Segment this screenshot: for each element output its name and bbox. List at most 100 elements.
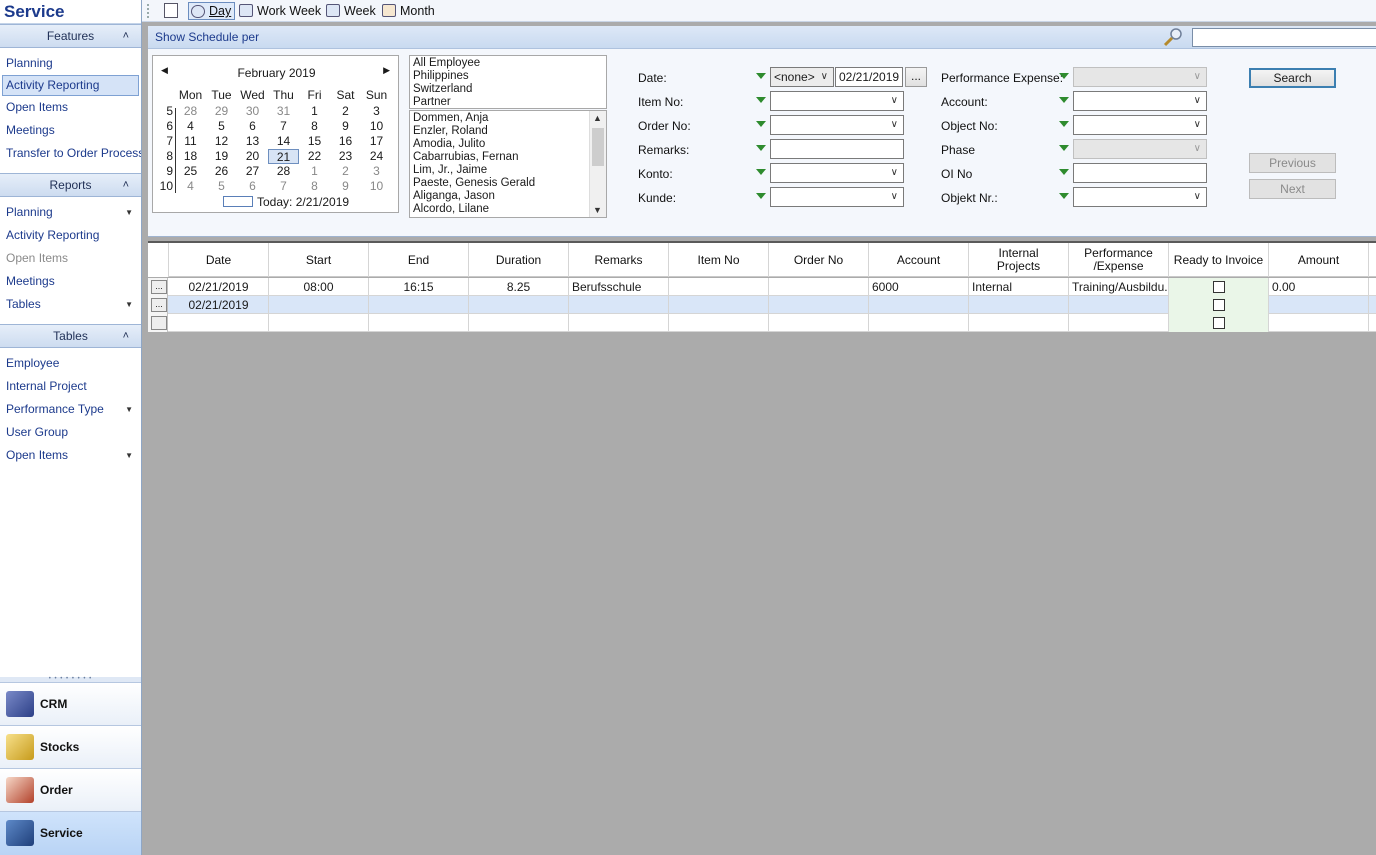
filter-icon[interactable] — [756, 73, 766, 79]
calendar-day[interactable]: 11 — [175, 134, 206, 149]
cell-date[interactable]: 02/21/2019 — [169, 278, 269, 296]
calendar-day[interactable]: 28 — [175, 104, 206, 119]
calendar-day[interactable]: 4 — [175, 119, 206, 134]
cell-remarks[interactable] — [569, 296, 669, 314]
new-row-button[interactable] — [151, 316, 167, 330]
cell-account[interactable] — [869, 296, 969, 314]
calendar-day[interactable]: 7 — [268, 119, 299, 134]
cell-end[interactable] — [369, 314, 469, 332]
column-header-amount[interactable]: Amount — [1269, 243, 1369, 277]
cell-account[interactable]: 6000 — [869, 278, 969, 296]
cell-duration[interactable] — [469, 314, 569, 332]
filter-icon[interactable] — [1059, 97, 1069, 103]
filter-icon[interactable] — [1059, 73, 1069, 79]
konto-select[interactable]: ∨ — [770, 163, 904, 183]
cell-start[interactable] — [269, 296, 369, 314]
calendar-day[interactable]: 24 — [361, 149, 392, 164]
new-row[interactable] — [148, 314, 1376, 332]
cell-internal-projects[interactable] — [969, 314, 1069, 332]
calendar-day[interactable]: 16 — [330, 134, 361, 149]
row-edit-button[interactable]: ... — [151, 298, 167, 312]
calendar-day[interactable]: 28 — [268, 164, 299, 179]
scroll-down-icon[interactable]: ▼ — [593, 205, 602, 215]
cell-performance-expense[interactable] — [1069, 296, 1169, 314]
cell-end[interactable] — [369, 296, 469, 314]
sidebar-item-meetings[interactable]: Meetings — [0, 119, 141, 142]
sidebar-item-planning[interactable]: Planning — [0, 52, 141, 75]
filter-icon[interactable] — [756, 97, 766, 103]
calendar-day[interactable]: 15 — [299, 134, 330, 149]
calendar-day[interactable]: 2 — [330, 164, 361, 179]
column-header-start[interactable]: Start — [269, 243, 369, 277]
module-stocks[interactable]: Stocks — [0, 725, 141, 768]
table-item-employee[interactable]: Employee — [0, 352, 141, 375]
kunde-select[interactable]: ∨ — [770, 187, 904, 207]
column-header-performance-expense[interactable]: Performance /Expense — [1069, 243, 1169, 277]
calendar-day[interactable]: 7 — [268, 179, 299, 194]
reports-section-header[interactable]: Reports ˄ — [0, 173, 141, 197]
calendar-day[interactable]: 1 — [299, 164, 330, 179]
order-no-select[interactable]: ∨ — [770, 115, 904, 135]
scroll-up-icon[interactable]: ▲ — [593, 113, 602, 123]
filter-icon[interactable] — [1059, 121, 1069, 127]
collapse-icon[interactable]: ˄ — [123, 25, 129, 47]
month-calendar[interactable]: ◀ ▶ February 2019 Mon Tue Wed Thu Fri Sat Sun … — [152, 55, 399, 213]
features-section-header[interactable]: Features ˄ — [0, 24, 141, 48]
remarks-input[interactable] — [770, 139, 904, 159]
table-item-open-items[interactable]: Open Items ▼ — [0, 444, 141, 467]
filter-icon[interactable] — [1059, 169, 1069, 175]
cell-remarks[interactable] — [569, 314, 669, 332]
cell-ready-to-invoice[interactable] — [1169, 314, 1269, 332]
column-header-item-no[interactable]: Item No — [669, 243, 769, 277]
sidebar-item-activity-reporting[interactable]: Activity Reporting — [2, 75, 139, 96]
table-item-performance-type[interactable]: Performance Type ▼ — [0, 398, 141, 421]
scroll-thumb[interactable] — [592, 128, 604, 166]
column-header-internal-projects[interactable]: Internal Projects — [969, 243, 1069, 277]
calendar-day[interactable]: 13 — [237, 134, 268, 149]
cell-ready-to-invoice[interactable] — [1169, 278, 1269, 296]
list-item[interactable]: Paeste, Genesis Gerald — [413, 177, 603, 190]
module-order[interactable]: Order — [0, 768, 141, 811]
calendar-day[interactable]: 26 — [206, 164, 237, 179]
cell-item-no[interactable] — [669, 314, 769, 332]
table-item-internal-project[interactable]: Internal Project — [0, 375, 141, 398]
cell-remarks[interactable]: Berufsschule — [569, 278, 669, 296]
cell-start[interactable] — [269, 314, 369, 332]
column-header-end[interactable]: End — [369, 243, 469, 277]
table-row[interactable]: ... 02/21/2019 — [148, 296, 1376, 314]
calendar-day[interactable]: 25 — [175, 164, 206, 179]
cell-order-no[interactable] — [769, 296, 869, 314]
filter-icon[interactable] — [756, 169, 766, 175]
cell-internal-projects[interactable]: Internal — [969, 278, 1069, 296]
calendar-day[interactable]: 18 — [175, 149, 206, 164]
calendar-day[interactable]: 8 — [299, 179, 330, 194]
employee-group-list[interactable]: All Employee Philippines Switzerland Par… — [409, 55, 607, 109]
calendar-day[interactable]: 22 — [299, 149, 330, 164]
calendar-day[interactable]: 9 — [330, 119, 361, 134]
list-item[interactable]: Alcordo, Lilane — [413, 203, 603, 216]
collapse-icon[interactable]: ˄ — [123, 325, 129, 347]
calendar-day[interactable]: 3 — [361, 164, 392, 179]
employee-list-scrollbar[interactable]: ▲ ▼ — [589, 111, 606, 217]
calendar-day[interactable]: 4 — [175, 179, 206, 194]
module-crm[interactable]: CRM — [0, 682, 141, 725]
cell-performance-expense[interactable]: Training/Ausbildu... — [1069, 278, 1169, 296]
row-selector[interactable]: ... — [148, 296, 168, 314]
list-item[interactable]: Cabarrubias, Fernan — [413, 151, 603, 164]
calendar-day[interactable]: 20 — [237, 149, 268, 164]
today-link[interactable]: Today: 2/21/2019 — [257, 195, 349, 209]
list-item[interactable]: Partner — [413, 96, 603, 109]
calendar-day[interactable]: 5 — [206, 119, 237, 134]
ready-to-invoice-checkbox[interactable] — [1212, 280, 1225, 293]
column-header-account[interactable]: Account — [869, 243, 969, 277]
date-input[interactable]: 02/21/2019 — [835, 67, 903, 87]
oi-no-input[interactable] — [1073, 163, 1207, 183]
report-item-meetings[interactable]: Meetings — [0, 270, 141, 293]
list-item[interactable]: Switzerland — [413, 83, 603, 96]
cell-order-no[interactable] — [769, 314, 869, 332]
calendar-day[interactable]: 10 — [361, 179, 392, 194]
calendar-day[interactable]: 19 — [206, 149, 237, 164]
column-header-remarks[interactable]: Remarks — [569, 243, 669, 277]
list-item[interactable]: Philippines — [413, 70, 603, 83]
cell-account[interactable] — [869, 314, 969, 332]
